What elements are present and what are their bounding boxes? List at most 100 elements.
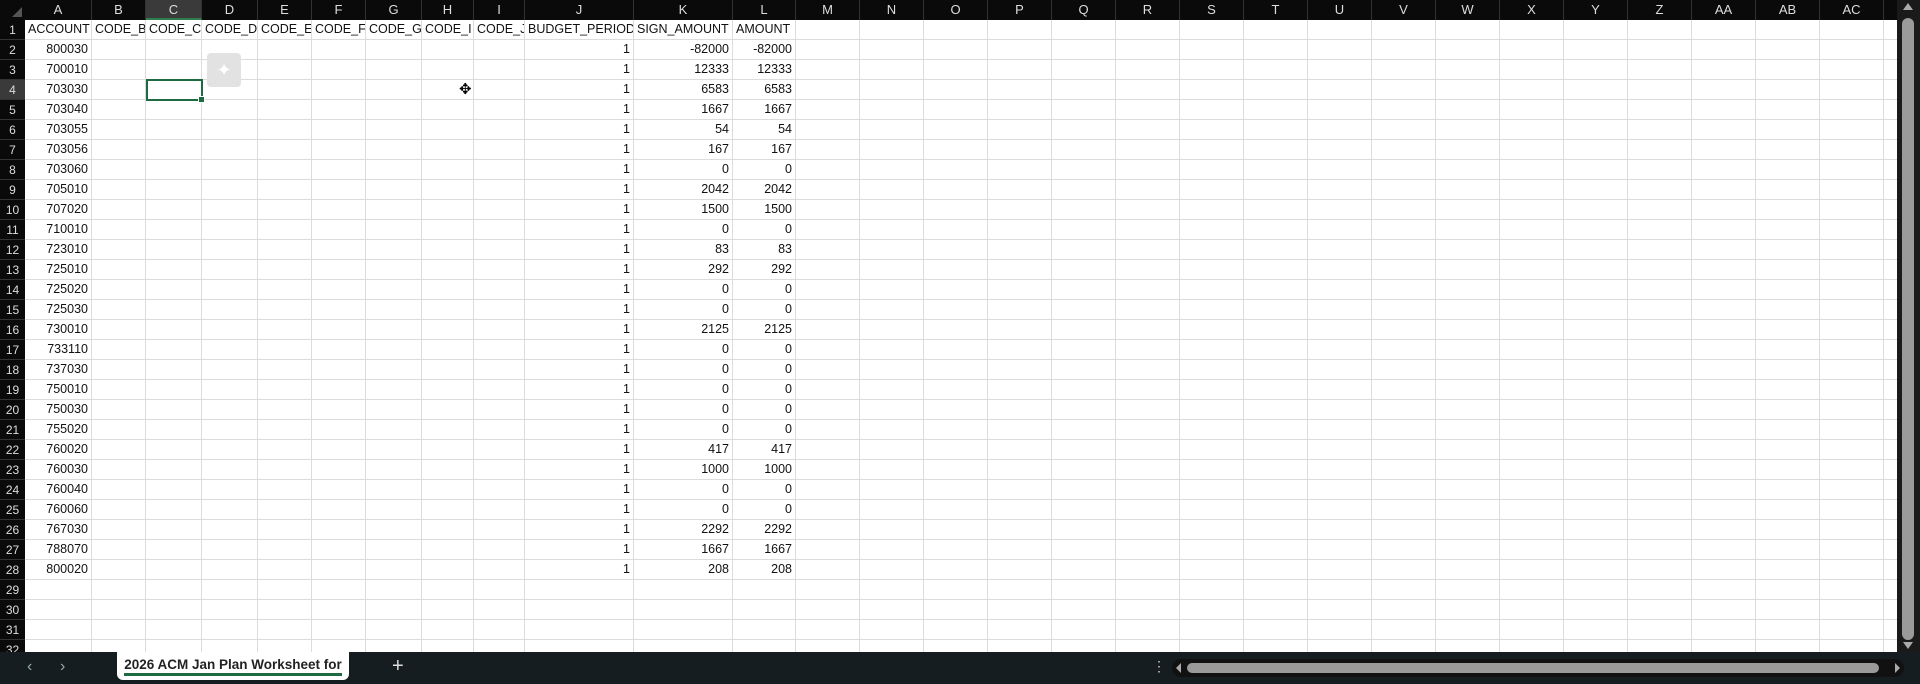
cell[interactable] (988, 440, 1052, 460)
cell[interactable]: 1667 (634, 100, 733, 120)
cell[interactable] (92, 200, 146, 220)
cell[interactable] (92, 220, 146, 240)
cell[interactable] (1372, 220, 1436, 240)
cell[interactable] (1244, 380, 1308, 400)
cell[interactable] (1308, 180, 1372, 200)
column-header-d[interactable]: D (202, 0, 258, 20)
cell[interactable] (1052, 480, 1116, 500)
cell[interactable] (1436, 160, 1500, 180)
cell[interactable] (1244, 240, 1308, 260)
cell[interactable] (146, 380, 202, 400)
cell[interactable] (1436, 80, 1500, 100)
cell[interactable] (1884, 640, 1897, 652)
cell[interactable]: 0 (733, 420, 796, 440)
cell[interactable] (1692, 260, 1756, 280)
cell[interactable] (924, 480, 988, 500)
cell[interactable] (1564, 260, 1628, 280)
cell[interactable]: 208 (634, 560, 733, 580)
cell[interactable] (312, 220, 366, 240)
cell[interactable] (1884, 620, 1897, 640)
cell[interactable]: 723010 (25, 240, 92, 260)
cell[interactable] (1820, 340, 1884, 360)
cell[interactable] (202, 380, 258, 400)
cell[interactable] (1052, 440, 1116, 460)
cell[interactable] (860, 40, 924, 60)
cell[interactable] (1244, 460, 1308, 480)
cell[interactable] (366, 340, 422, 360)
column-header-l[interactable]: L (733, 0, 796, 20)
cell[interactable] (92, 80, 146, 100)
cell[interactable] (312, 180, 366, 200)
cell[interactable] (1052, 540, 1116, 560)
cell[interactable] (924, 60, 988, 80)
cell[interactable] (422, 500, 474, 520)
cell[interactable] (25, 620, 92, 640)
column-header-r[interactable]: R (1116, 0, 1180, 20)
cell[interactable]: 0 (634, 220, 733, 240)
cell[interactable] (1180, 40, 1244, 60)
cell[interactable] (988, 580, 1052, 600)
cell[interactable] (924, 180, 988, 200)
cell[interactable] (1628, 140, 1692, 160)
cell[interactable] (1692, 580, 1756, 600)
cell[interactable] (1308, 460, 1372, 480)
cell[interactable] (1372, 400, 1436, 420)
row-header-8[interactable]: 8 (0, 160, 25, 180)
cell[interactable] (474, 420, 525, 440)
cell[interactable] (1692, 320, 1756, 340)
cell[interactable] (1308, 340, 1372, 360)
cell[interactable] (422, 140, 474, 160)
cell[interactable] (988, 360, 1052, 380)
cell[interactable] (1756, 280, 1820, 300)
cell[interactable] (1564, 500, 1628, 520)
cell[interactable] (1628, 420, 1692, 440)
cell[interactable] (1692, 220, 1756, 240)
cell[interactable] (1116, 580, 1180, 600)
cell[interactable] (1884, 200, 1897, 220)
cell[interactable] (366, 220, 422, 240)
cell[interactable] (860, 580, 924, 600)
cell[interactable] (1884, 240, 1897, 260)
cell[interactable] (92, 280, 146, 300)
cell[interactable] (146, 400, 202, 420)
cell[interactable] (1052, 320, 1116, 340)
cell[interactable]: 0 (733, 300, 796, 320)
cell[interactable]: 1 (525, 380, 634, 400)
cell[interactable] (312, 560, 366, 580)
cell[interactable] (422, 60, 474, 80)
cell[interactable] (1756, 340, 1820, 360)
cell[interactable] (860, 380, 924, 400)
cell[interactable] (1500, 20, 1564, 40)
cell[interactable] (1628, 640, 1692, 652)
cell[interactable] (733, 600, 796, 620)
cell[interactable] (796, 460, 860, 480)
row-header-6[interactable]: 6 (0, 120, 25, 140)
cell[interactable] (1756, 600, 1820, 620)
cell[interactable] (1692, 440, 1756, 460)
cell[interactable] (474, 560, 525, 580)
cell[interactable] (1564, 200, 1628, 220)
cell[interactable] (1116, 420, 1180, 440)
cell[interactable] (1884, 320, 1897, 340)
column-header-j[interactable]: J (525, 0, 634, 20)
cell[interactable] (258, 600, 312, 620)
cell[interactable] (422, 340, 474, 360)
cell[interactable] (258, 220, 312, 240)
cell[interactable] (1180, 360, 1244, 380)
cell[interactable]: 1000 (733, 460, 796, 480)
cell[interactable] (1756, 500, 1820, 520)
cell[interactable] (366, 40, 422, 60)
column-header-q[interactable]: Q (1052, 0, 1116, 20)
cell[interactable] (146, 60, 202, 80)
cell[interactable] (860, 260, 924, 280)
cell[interactable] (860, 240, 924, 260)
cell[interactable] (796, 500, 860, 520)
cell[interactable] (422, 460, 474, 480)
cell[interactable] (422, 440, 474, 460)
cell[interactable] (1500, 220, 1564, 240)
cell[interactable] (1052, 600, 1116, 620)
cell[interactable] (1820, 600, 1884, 620)
cell[interactable] (1692, 480, 1756, 500)
cell[interactable]: 710010 (25, 220, 92, 240)
cell[interactable] (202, 280, 258, 300)
